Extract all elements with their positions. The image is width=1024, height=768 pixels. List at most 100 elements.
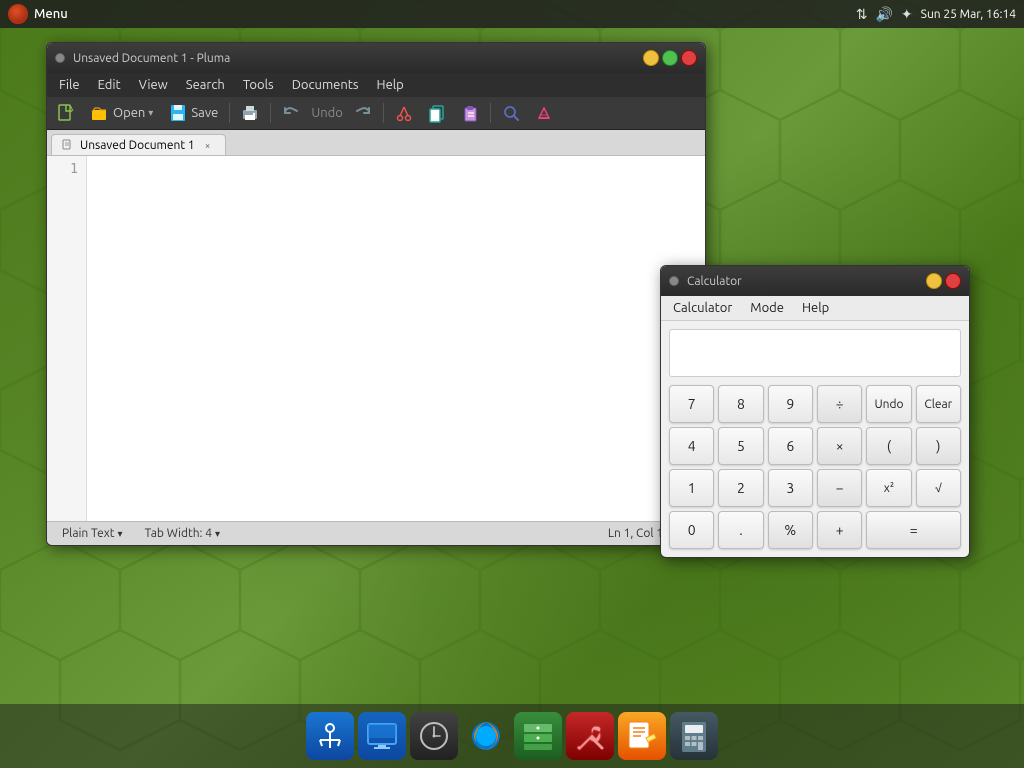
calc-btn-divide[interactable]: ÷ bbox=[817, 385, 862, 423]
open-button[interactable]: Open ▾ bbox=[84, 100, 159, 126]
calc-btn-6[interactable]: 6 bbox=[768, 427, 813, 465]
pluma-tabs: Unsaved Document 1 × bbox=[47, 130, 705, 156]
pluma-statusbar: Plain Text ▾ Tab Width: 4 ▾ Ln 1, Col 1 … bbox=[47, 521, 705, 545]
datetime: Sun 25 Mar, 16:14 bbox=[921, 8, 1016, 21]
calc-menu-calculator[interactable]: Calculator bbox=[665, 298, 740, 318]
paste-button[interactable] bbox=[455, 100, 485, 126]
desktop: Menu ⇅ 🔊 ✦ Sun 25 Mar, 16:14 Unsaved Doc… bbox=[0, 0, 1024, 768]
calc-btn-multiply[interactable]: × bbox=[817, 427, 862, 465]
toolbar-sep-4 bbox=[490, 103, 491, 123]
toolbar-sep-2 bbox=[270, 103, 271, 123]
pluma-tab-1[interactable]: Unsaved Document 1 × bbox=[51, 134, 226, 155]
pluma-minimize-button[interactable]: − bbox=[643, 50, 659, 66]
calc-btn-sqrt[interactable]: √ bbox=[916, 469, 961, 507]
calc-btn-add[interactable]: + bbox=[817, 511, 862, 549]
calc-minimize-button[interactable]: − bbox=[926, 273, 942, 289]
calc-btn-9[interactable]: 9 bbox=[768, 385, 813, 423]
undo-button[interactable] bbox=[276, 100, 306, 126]
calc-btn-clear[interactable]: Clear bbox=[916, 385, 961, 423]
calc-menubar: Calculator Mode Help bbox=[661, 296, 969, 321]
language-arrow: ▾ bbox=[118, 528, 123, 540]
calc-btn-8[interactable]: 8 bbox=[718, 385, 763, 423]
calc-menu-mode[interactable]: Mode bbox=[742, 298, 792, 318]
calc-btn-0[interactable]: 0 bbox=[669, 511, 714, 549]
pluma-menu-view[interactable]: View bbox=[131, 75, 176, 95]
tab-width-selector[interactable]: Tab Width: 4 ▾ bbox=[138, 524, 227, 543]
pluma-titlebar: Unsaved Document 1 - Pluma − □ × bbox=[47, 43, 705, 73]
pluma-menubar: File Edit View Search Tools Documents He… bbox=[47, 73, 705, 97]
calc-btn-percent[interactable]: % bbox=[768, 511, 813, 549]
undo-label: Undo bbox=[309, 100, 345, 126]
copy-button[interactable] bbox=[422, 100, 452, 126]
pluma-menu-edit[interactable]: Edit bbox=[90, 75, 129, 95]
taskbar-icon-firefox[interactable] bbox=[462, 712, 510, 760]
cut-button[interactable] bbox=[389, 100, 419, 126]
open-arrow: ▾ bbox=[148, 107, 153, 119]
pluma-maximize-button[interactable]: □ bbox=[662, 50, 678, 66]
calc-title: Calculator bbox=[687, 275, 918, 288]
settings-icon: ✦ bbox=[901, 6, 913, 23]
pluma-menu-search[interactable]: Search bbox=[178, 75, 233, 95]
taskbar-icon-tools[interactable] bbox=[566, 712, 614, 760]
pluma-window-controls: − □ × bbox=[643, 50, 697, 66]
calc-btn-5[interactable]: 5 bbox=[718, 427, 763, 465]
menu-icon bbox=[8, 4, 28, 24]
find-button[interactable] bbox=[496, 100, 526, 126]
menu-label[interactable]: Menu bbox=[34, 7, 68, 21]
pluma-toolbar: Open ▾ Save Undo bbox=[47, 97, 705, 130]
taskbar-icon-calculator[interactable] bbox=[670, 712, 718, 760]
pluma-menu-help[interactable]: Help bbox=[369, 75, 412, 95]
calc-btn-equals[interactable]: = bbox=[866, 511, 961, 549]
calc-btn-decimal[interactable]: . bbox=[718, 511, 763, 549]
new-button[interactable] bbox=[51, 100, 81, 126]
print-button[interactable] bbox=[235, 100, 265, 126]
calc-buttons: 7 8 9 ÷ Undo Clear 4 5 6 × ( ) 1 2 3 − x… bbox=[661, 381, 969, 557]
tab-1-close[interactable]: × bbox=[201, 138, 215, 152]
pluma-menu-documents[interactable]: Documents bbox=[284, 75, 367, 95]
calc-window-controls: − × bbox=[926, 273, 961, 289]
save-button[interactable]: Save bbox=[162, 100, 224, 126]
panel-left: Menu bbox=[8, 4, 68, 24]
taskbar bbox=[0, 704, 1024, 768]
calculator-window: Calculator − × Calculator Mode Help 7 8 … bbox=[660, 265, 970, 558]
taskbar-icon-clock[interactable] bbox=[410, 712, 458, 760]
line-numbers: 1 bbox=[47, 156, 87, 521]
tab-width-arrow: ▾ bbox=[215, 528, 220, 540]
pluma-window: Unsaved Document 1 - Pluma − □ × File Ed… bbox=[46, 42, 706, 546]
cursor-position: Ln 1, Col 1 bbox=[608, 527, 663, 540]
line-number-1: 1 bbox=[55, 162, 78, 177]
calc-btn-open-paren[interactable]: ( bbox=[866, 427, 911, 465]
network-icon: ⇅ bbox=[856, 6, 868, 23]
calc-btn-2[interactable]: 2 bbox=[718, 469, 763, 507]
language-selector[interactable]: Plain Text ▾ bbox=[55, 524, 130, 543]
panel-right: ⇅ 🔊 ✦ Sun 25 Mar, 16:14 bbox=[856, 6, 1016, 23]
calc-btn-square[interactable]: x² bbox=[866, 469, 911, 507]
pluma-menu-file[interactable]: File bbox=[51, 75, 88, 95]
editor-area: 1 bbox=[47, 156, 705, 521]
highlight-button[interactable] bbox=[529, 100, 559, 126]
taskbar-icon-files-monitor[interactable] bbox=[358, 712, 406, 760]
taskbar-icon-wharfmaster[interactable] bbox=[306, 712, 354, 760]
calc-titlebar: Calculator − × bbox=[661, 266, 969, 296]
redo-button[interactable] bbox=[348, 100, 378, 126]
calc-btn-undo[interactable]: Undo bbox=[866, 385, 911, 423]
calc-btn-4[interactable]: 4 bbox=[669, 427, 714, 465]
volume-icon: 🔊 bbox=[875, 6, 892, 23]
calc-display bbox=[669, 329, 961, 377]
calc-btn-7[interactable]: 7 bbox=[669, 385, 714, 423]
toolbar-sep-1 bbox=[229, 103, 230, 123]
calc-btn-3[interactable]: 3 bbox=[768, 469, 813, 507]
pluma-title: Unsaved Document 1 - Pluma bbox=[73, 52, 635, 65]
editor-textarea[interactable] bbox=[87, 156, 705, 521]
pluma-close-button[interactable]: × bbox=[681, 50, 697, 66]
calc-menu-help[interactable]: Help bbox=[794, 298, 837, 318]
taskbar-icon-filemanager[interactable] bbox=[514, 712, 562, 760]
pluma-menu-tools[interactable]: Tools bbox=[235, 75, 282, 95]
calc-btn-subtract[interactable]: − bbox=[817, 469, 862, 507]
tab-width-label: Tab Width: 4 bbox=[145, 527, 212, 540]
taskbar-icon-text-editor[interactable] bbox=[618, 712, 666, 760]
toolbar-sep-3 bbox=[383, 103, 384, 123]
calc-btn-1[interactable]: 1 bbox=[669, 469, 714, 507]
calc-btn-close-paren[interactable]: ) bbox=[916, 427, 961, 465]
calc-close-button[interactable]: × bbox=[945, 273, 961, 289]
